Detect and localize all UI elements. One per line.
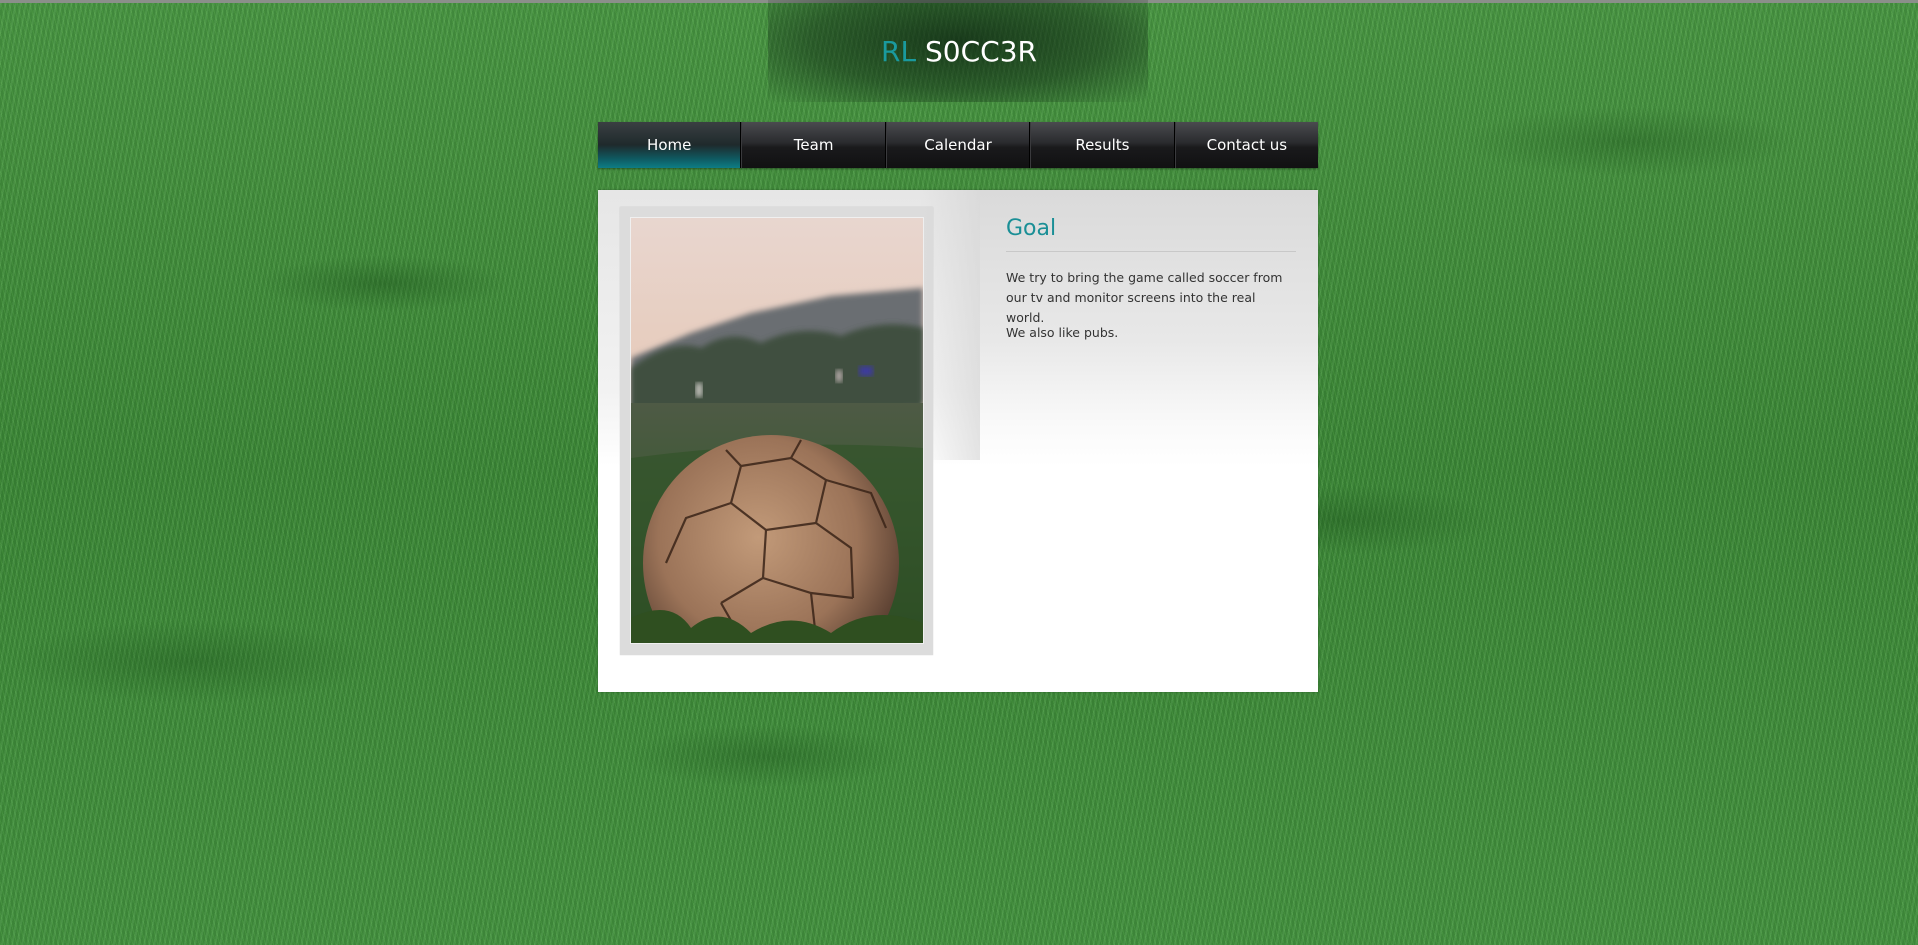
title-divider (1006, 251, 1296, 252)
article-title: Goal (1006, 216, 1057, 241)
image-column (598, 190, 980, 692)
logo-main-text: S0CC3R (925, 35, 1037, 68)
photo-frame (620, 207, 933, 655)
nav-item-team[interactable]: Team (741, 122, 886, 168)
article-paragraph: We try to bring the game called soccer f… (1006, 270, 1283, 325)
main-navigation: Home Team Calendar Results Contact us (598, 122, 1319, 168)
article-paragraph: We also like pubs. (1006, 325, 1119, 340)
nav-item-results[interactable]: Results (1030, 122, 1175, 168)
soccer-ball-photo (630, 217, 924, 644)
content-panel: Goal We try to bring the game called soc… (598, 190, 1318, 692)
site-logo[interactable]: RL S0CC3R (0, 34, 1918, 70)
logo-accent-text: RL (881, 35, 917, 68)
article-column: Goal We try to bring the game called soc… (980, 190, 1318, 692)
nav-item-calendar[interactable]: Calendar (885, 122, 1031, 168)
nav-item-home[interactable]: Home (598, 122, 742, 168)
nav-item-contact-us[interactable]: Contact us (1174, 122, 1319, 168)
